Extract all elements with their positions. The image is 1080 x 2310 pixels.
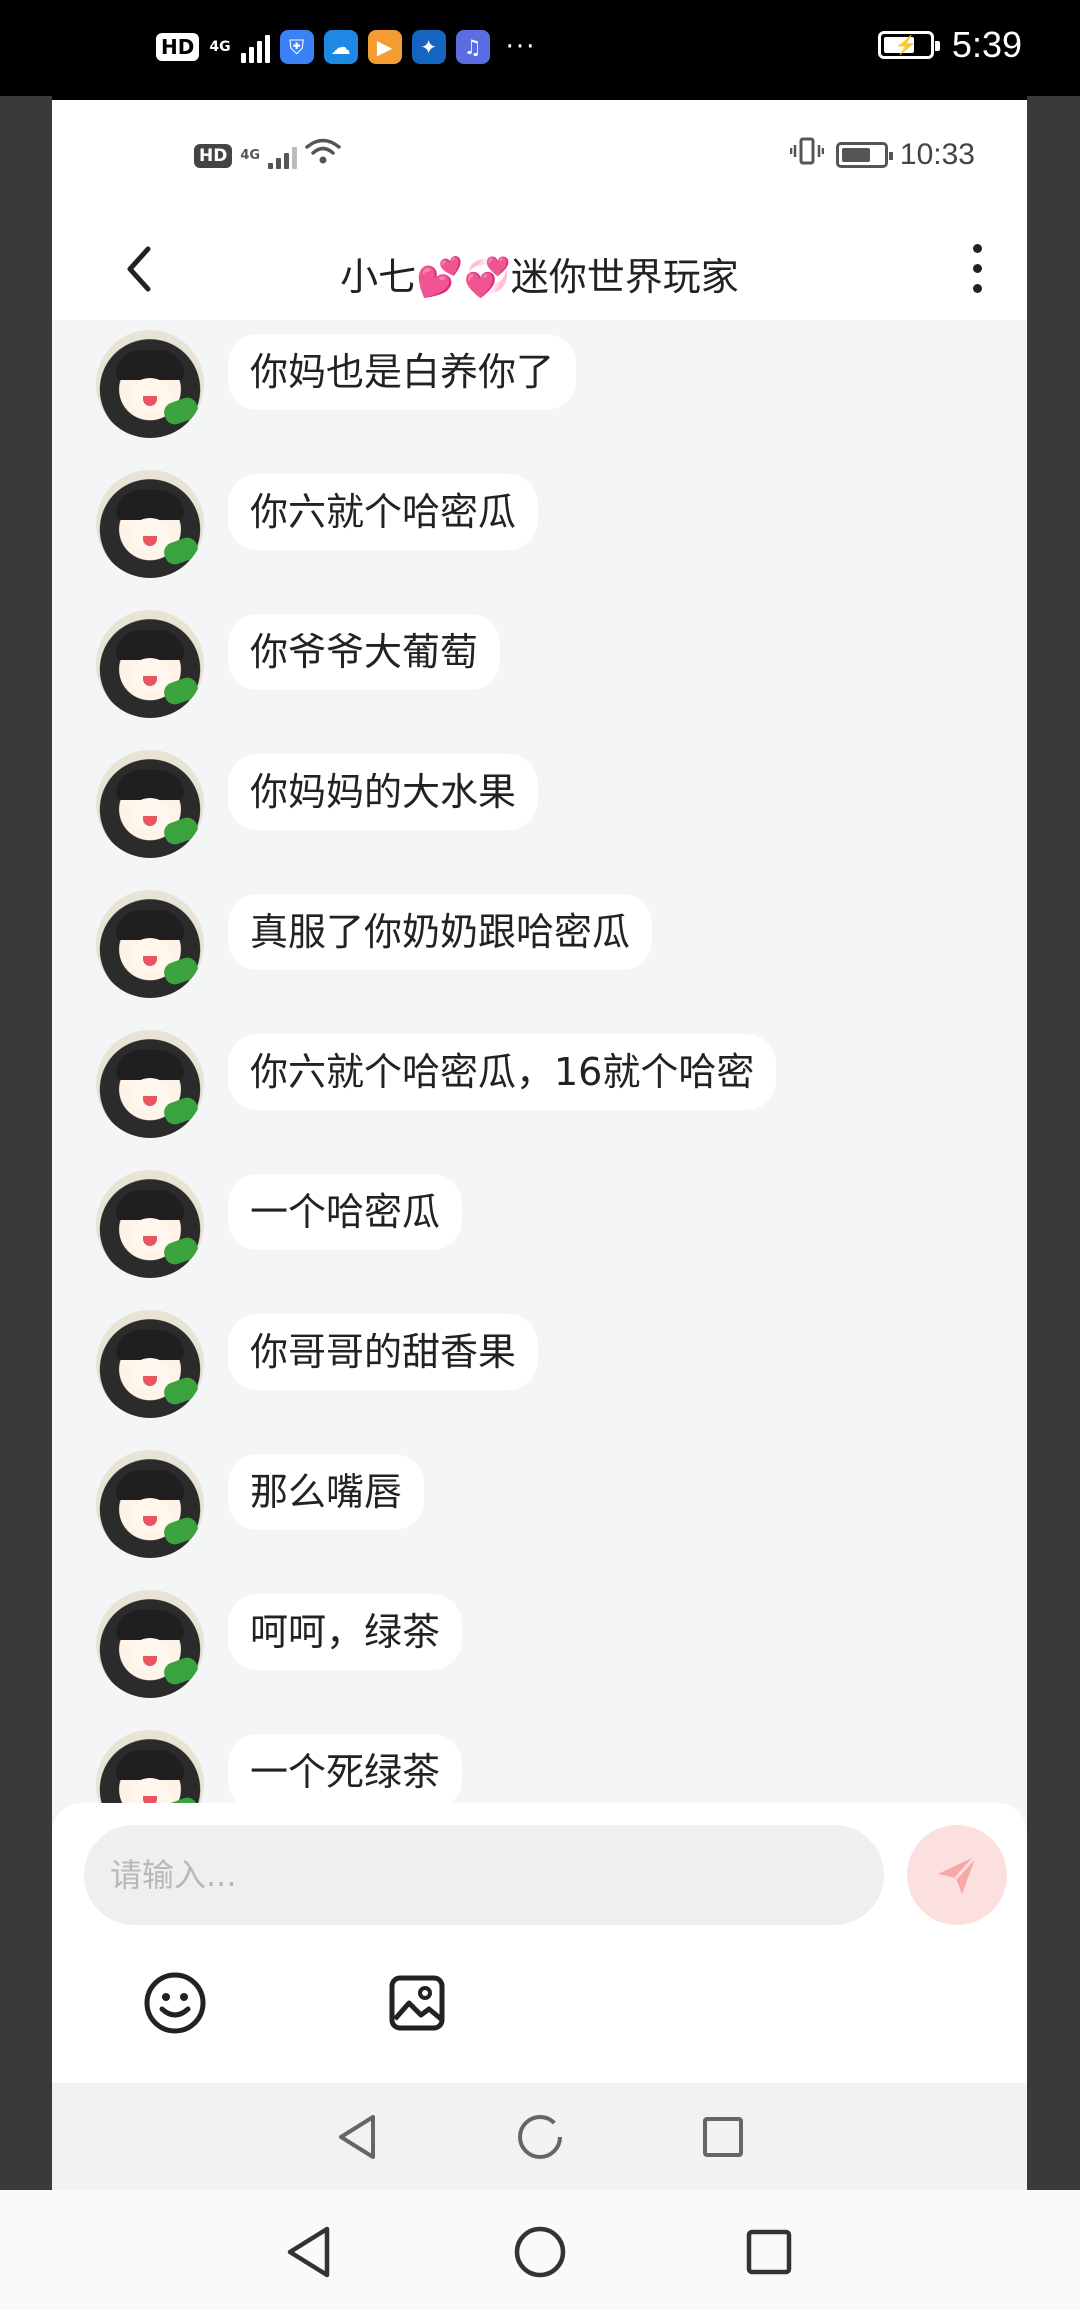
host-time: 5:39 [951, 24, 1022, 65]
right-frame-band [1027, 96, 1080, 2190]
shield-app-icon: ⛨ [279, 30, 314, 64]
battery-icon [835, 141, 893, 168]
host-status-bar: HD 4G ⛨ ☁ ▶ ✦ ♫ ··· ⚡ 5:39 [0, 0, 1080, 96]
chat-header: 小七💕💞迷你世界玩家 [52, 218, 1027, 320]
message-input-wrapper [84, 1825, 884, 1925]
hd-badge: HD [156, 33, 200, 61]
message-bubble[interactable]: 你六就个哈密瓜，16就个哈密 [228, 1034, 777, 1110]
avatar[interactable] [96, 1450, 204, 1558]
avatar[interactable] [96, 1030, 204, 1138]
message-bubble[interactable]: 你妈也是白养你了 [228, 334, 577, 410]
weather-app-icon: ☁ [323, 30, 358, 64]
bulb-app-icon: ✦ [411, 30, 446, 64]
message-bubble[interactable]: 你哥哥的甜香果 [228, 1314, 539, 1390]
inner-status-left: HD 4G [194, 138, 341, 173]
music-app-icon: ♫ [455, 30, 490, 64]
avatar[interactable] [96, 610, 204, 718]
message-row: 你妈也是白养你了 [96, 330, 577, 450]
message-row: 呵呵，绿茶 [96, 1590, 463, 1710]
more-vertical-icon[interactable] [967, 238, 987, 298]
message-bubble[interactable]: 一个哈密瓜 [228, 1174, 463, 1250]
message-bubble[interactable]: 一个死绿茶 [228, 1734, 463, 1810]
signal-icon [240, 31, 270, 63]
image-icon [389, 1975, 445, 2031]
image-button[interactable] [382, 1968, 452, 2038]
more-notifications-icon: ··· [505, 32, 537, 62]
message-bubble[interactable]: 你妈妈的大水果 [228, 754, 539, 830]
message-bubble[interactable]: 你爷爷大葡萄 [228, 614, 501, 690]
composer [52, 1803, 1027, 2083]
host-status-right: ⚡ 5:39 [877, 24, 1022, 66]
message-bubble[interactable]: 真服了你奶奶跟哈密瓜 [228, 894, 653, 970]
message-bubble[interactable]: 你六就个哈密瓜 [228, 474, 539, 550]
message-list[interactable]: 你妈也是白养你了 你六就个哈密瓜 你爷爷大葡萄 你妈妈的大水果 真服了你奶奶跟哈… [52, 320, 1027, 1903]
inner-time: 10:33 [899, 137, 975, 171]
emoji-icon [144, 1972, 206, 2034]
inner-status-right: 10:33 [789, 136, 975, 173]
inner-screen: HD 4G 10:33 小七💕💞迷你世界玩家 你妈也是白养你了 你六就个哈密瓜 … [52, 100, 1027, 2190]
host-status-left: HD 4G ⛨ ☁ ▶ ✦ ♫ ··· [156, 30, 536, 64]
nav-back-icon[interactable] [276, 2220, 340, 2284]
message-row: 你爷爷大葡萄 [96, 610, 501, 730]
message-bubble[interactable]: 那么嘴唇 [228, 1454, 425, 1530]
message-input[interactable] [110, 1856, 884, 1894]
chevron-left-icon[interactable] [114, 244, 164, 294]
send-button[interactable] [907, 1825, 1007, 1925]
avatar[interactable] [96, 1170, 204, 1278]
play-app-icon: ▶ [367, 30, 402, 64]
avatar[interactable] [96, 890, 204, 998]
left-frame-band [0, 96, 52, 2190]
message-bubble[interactable]: 呵呵，绿茶 [228, 1594, 463, 1670]
nav-home-icon[interactable] [510, 2107, 570, 2167]
signal-icon [268, 143, 298, 169]
message-row: 你妈妈的大水果 [96, 750, 539, 870]
inner-system-navbar [52, 2083, 1027, 2190]
avatar[interactable] [96, 1590, 204, 1698]
emoji-button[interactable] [140, 1968, 210, 2038]
vibrate-icon [789, 136, 825, 173]
inner-status-bar: HD 4G 10:33 [52, 100, 1027, 218]
chat-title: 小七💕💞迷你世界玩家 [340, 255, 739, 299]
avatar[interactable] [96, 330, 204, 438]
network-type: 4G [209, 39, 231, 55]
avatar[interactable] [96, 1310, 204, 1418]
host-system-navbar [0, 2190, 1080, 2310]
wifi-icon [305, 138, 341, 173]
avatar[interactable] [96, 470, 204, 578]
message-row: 那么嘴唇 [96, 1450, 425, 1570]
nav-back-icon[interactable] [327, 2107, 387, 2167]
message-row: 一个哈密瓜 [96, 1170, 463, 1290]
send-icon [938, 1854, 978, 1894]
nav-recents-icon[interactable] [693, 2107, 753, 2167]
message-row: 你六就个哈密瓜，16就个哈密 [96, 1030, 777, 1150]
nav-home-icon[interactable] [508, 2220, 572, 2284]
nav-recents-icon[interactable] [737, 2220, 801, 2284]
hd-badge: HD [194, 143, 233, 168]
avatar[interactable] [96, 750, 204, 858]
network-type: 4G [240, 148, 261, 163]
battery-charging-icon: ⚡ [877, 31, 940, 59]
message-row: 真服了你奶奶跟哈密瓜 [96, 890, 653, 1010]
message-row: 你哥哥的甜香果 [96, 1310, 539, 1430]
message-row: 你六就个哈密瓜 [96, 470, 539, 590]
